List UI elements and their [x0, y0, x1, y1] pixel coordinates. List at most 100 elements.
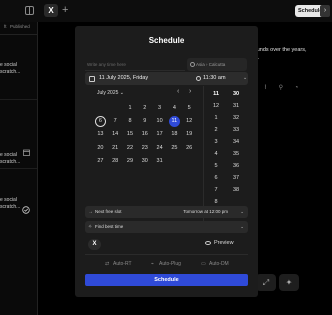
find-best-time-row[interactable]: ✧ Find best time ⌄ [85, 221, 248, 233]
calendar-icon [89, 76, 95, 82]
month-selector[interactable]: July 2025 ⌄ [97, 90, 124, 96]
calendar-icon [23, 149, 30, 156]
account-chip-x[interactable]: X [88, 239, 101, 250]
draft-card-line: scratch... [0, 158, 21, 165]
calendar-day[interactable]: 17 [154, 129, 165, 140]
arrow-right-icon: → [88, 209, 93, 215]
preview-toggle[interactable]: Preview [205, 240, 234, 246]
ai-sparkle-button[interactable]: ✦ [279, 274, 299, 291]
calendar-day[interactable]: 24 [154, 143, 165, 154]
draft-card-line: scratch... [0, 203, 21, 210]
calendar-day[interactable]: 29 [124, 156, 135, 167]
draft-card[interactable]: e social scratch... [0, 152, 37, 165]
calendar-day[interactable]: 10 [154, 116, 165, 127]
hour-option[interactable]: 1 [206, 112, 226, 124]
calendar-day[interactable]: 21 [110, 143, 121, 154]
tab-published[interactable]: Published [10, 24, 30, 29]
hour-option[interactable]: 7 [206, 184, 226, 196]
calendar-empty-cell [184, 156, 195, 167]
find-best-time-label: Find best time [95, 224, 124, 229]
prev-month-button[interactable]: ‹ [177, 88, 179, 95]
calendar-day[interactable]: 8 [124, 116, 135, 127]
auto-plug-toggle[interactable]: ⌁ Auto-Plug [151, 261, 181, 267]
next-free-slot-row[interactable]: → Next free slot Tomorrow at 12:00 pm ⌄ [85, 206, 248, 218]
minute-option[interactable]: 38 [226, 184, 246, 196]
hour-option[interactable]: 6 [206, 172, 226, 184]
drafts-panel: ft Published e social scratch... e socia… [0, 22, 38, 315]
calendar-day[interactable]: 18 [169, 129, 180, 140]
check-circle-icon [22, 206, 30, 214]
date-time-display[interactable]: 11 July 2025, Friday 11:30 am ⌄ [85, 72, 248, 85]
auto-rt-toggle[interactable]: ⇄ Auto-RT [105, 261, 132, 267]
timezone-value: Asia › Calcutta [196, 62, 226, 67]
draft-card[interactable]: e social scratch... [0, 197, 37, 210]
calendar-day[interactable]: 11 [168, 116, 180, 128]
draft-card[interactable]: e social scratch... [0, 62, 37, 75]
calendar-day[interactable]: 26 [184, 143, 195, 154]
hour-option[interactable]: 2 [206, 124, 226, 136]
auto-dm-label: Auto-DM [209, 261, 229, 267]
divider [0, 168, 37, 169]
calendar-day[interactable]: 23 [139, 143, 150, 154]
timezone-selector[interactable]: Asia › Calcutta [187, 58, 247, 71]
tab-x[interactable]: X [44, 4, 58, 17]
hour-column[interactable]: 1112123456789 [206, 88, 226, 220]
minute-column[interactable]: 30 31 32 33 34 35 36 37 38 [226, 88, 246, 196]
minute-option[interactable]: 36 [226, 160, 246, 172]
minute-option[interactable]: 32 [226, 112, 246, 124]
next-month-button[interactable]: › [189, 88, 191, 95]
calendar-day[interactable]: 20 [95, 143, 106, 154]
calendar-day[interactable]: 16 [139, 129, 150, 140]
calendar-day[interactable]: 15 [124, 129, 135, 140]
divider [0, 34, 38, 35]
calendar-day[interactable]: 19 [184, 129, 195, 140]
selected-date: 11 July 2025, Friday [99, 75, 149, 81]
calendar-day[interactable]: 27 [95, 156, 106, 167]
calendar-day[interactable]: 14 [110, 129, 121, 140]
hour-option[interactable]: 5 [206, 160, 226, 172]
calendar-day[interactable]: 25 [169, 143, 180, 154]
preview-label: Preview [214, 240, 234, 246]
time-picker: 1112123456789 303132333435363738 [203, 86, 248, 222]
schedule-submit-button[interactable]: Schedule [85, 274, 248, 286]
calendar-day[interactable]: 13 [95, 129, 106, 140]
expand-button[interactable]: ⤢ [256, 274, 276, 291]
minute-option[interactable]: 33 [226, 124, 246, 136]
post-actions-icons[interactable]: ⌇ ⚲ ◔ [264, 84, 303, 91]
calendar-day[interactable]: 28 [110, 156, 121, 167]
minute-option[interactable]: 37 [226, 172, 246, 184]
globe-icon [190, 62, 195, 67]
auto-dm-toggle[interactable]: ▭ Auto-DM [201, 261, 229, 267]
calendar-day[interactable]: 5 [184, 103, 195, 114]
time-text-input[interactable]: Write any time here [85, 58, 185, 71]
message-icon: ▭ [201, 261, 206, 267]
hour-option[interactable]: 4 [206, 148, 226, 160]
hour-option[interactable]: 12 [206, 100, 226, 112]
calendar-day[interactable]: 4 [169, 103, 180, 114]
calendar-day[interactable]: 9 [139, 116, 150, 127]
calendar-day[interactable]: 22 [124, 143, 135, 154]
hour-option[interactable]: 11 [206, 88, 226, 100]
calendar-day[interactable]: 31 [154, 156, 165, 167]
minute-option[interactable]: 35 [226, 148, 246, 160]
sidebar-toggle-icon[interactable] [25, 6, 34, 15]
calendar-empty-cell [95, 103, 106, 114]
calendar-day[interactable]: 1 [124, 103, 135, 114]
calendar-empty-cell [169, 156, 180, 167]
calendar-day[interactable]: 6 [94, 116, 106, 128]
tab-drafts[interactable]: ft [4, 24, 7, 29]
top-bar: X + Schedule › [0, 0, 332, 22]
calendar-panel: July 2025 ⌄ ‹ › 1 2 3 4 5 6 7 8 9 10 11 12 13 14 15 16 1… [85, 86, 203, 222]
calendar-day[interactable]: 30 [139, 156, 150, 167]
new-tab-button[interactable]: + [62, 3, 68, 17]
calendar-day[interactable]: 7 [110, 116, 121, 127]
calendar-day[interactable]: 2 [139, 103, 150, 114]
minute-option[interactable]: 34 [226, 136, 246, 148]
calendar-day[interactable]: 12 [184, 116, 195, 127]
calendar-day[interactable]: 3 [154, 103, 165, 114]
hour-option[interactable]: 3 [206, 136, 226, 148]
top-next-button[interactable]: › [320, 5, 330, 17]
sparkle-icon: ✧ [88, 224, 93, 230]
minute-option[interactable]: 31 [226, 100, 246, 112]
minute-option[interactable]: 30 [226, 88, 246, 100]
